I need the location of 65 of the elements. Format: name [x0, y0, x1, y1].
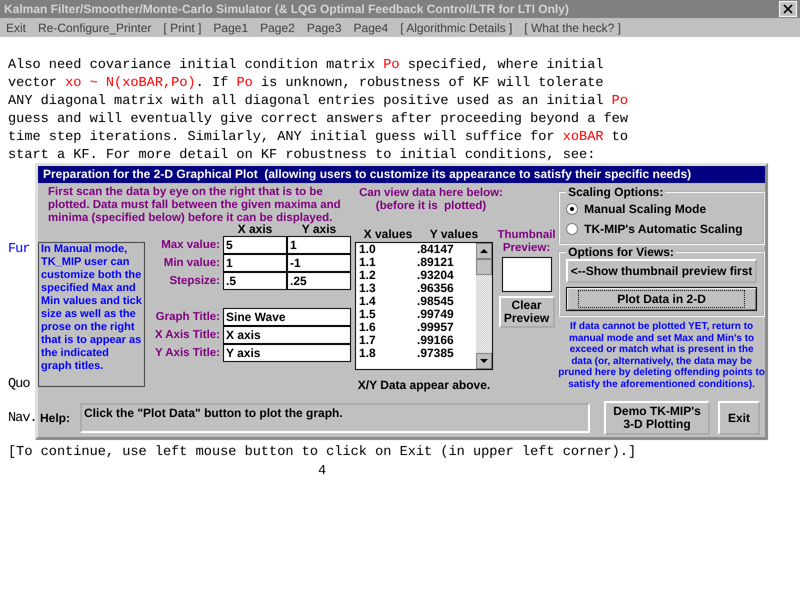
field-label: Stepsize: [168, 275, 221, 287]
view-button[interactable]: <--Show thumbnail preview first [566, 259, 757, 283]
menu-item[interactable]: [ What the heck? ] [524, 20, 621, 34]
input-field[interactable]: Y axis [223, 344, 351, 362]
help-label: Help: [40, 411, 71, 425]
column-header: X values [362, 228, 414, 241]
field-label: Max value: [160, 239, 221, 251]
radio-option[interactable]: Manual Scaling Mode [566, 199, 757, 219]
list-item[interactable]: 1.6 .99957 [359, 321, 476, 334]
thumbnail-preview [502, 257, 552, 292]
list-item[interactable]: 1.4 .98545 [359, 295, 476, 308]
group-title: Options for Views: [566, 245, 676, 259]
page-number: 4 [318, 463, 326, 481]
instruction-text: First scan the data by eye on the right that is to be plotted. Data must fall between the given maxima and minima (specified below) before it can be displayed. [47, 185, 342, 224]
group-title: Scaling Options: [566, 185, 666, 199]
scrollbar[interactable] [476, 243, 492, 369]
note-box: In Manual mode, TK_MIP user can customize both the specified Max and Min values and tick size as well as the prose on the right that is to appear as the indicated graph titles. [38, 242, 145, 387]
dialog-title: Preparation for the 2-D Graphical Plot (allowing users to customize its appearance to satisfy their specific needs) [38, 166, 765, 183]
menu-item[interactable]: [ Algorithmic Details ] [400, 20, 512, 34]
view-button[interactable]: Plot Data in 2-D [566, 287, 757, 311]
input-field[interactable]: 1 [287, 236, 351, 254]
menu-item[interactable]: Re-Configure_Printer [38, 20, 152, 34]
menu-item[interactable]: Page1 [213, 20, 248, 34]
menu-item[interactable]: Exit [6, 20, 26, 34]
input-field[interactable]: 5 [223, 236, 287, 254]
input-field[interactable]: Sine Wave [223, 308, 351, 326]
input-field[interactable]: -1 [287, 254, 351, 272]
close-icon[interactable] [779, 1, 797, 17]
list-item[interactable]: 1.7 .99166 [359, 334, 476, 347]
input-field[interactable]: .5 [223, 272, 287, 290]
radio-option[interactable]: TK-MIP's Automatic Scaling [566, 219, 757, 239]
help-field: Click the "Plot Data" button to plot the graph. [80, 403, 590, 433]
document-text: Quo [8, 376, 30, 394]
document-text: Nav. [8, 410, 37, 428]
menu-item[interactable]: [ Print ] [163, 20, 202, 34]
instruction-text: [To continue, use left mouse button to click on Exit (in upper left corner).] [8, 444, 636, 462]
hint-text: Can view data here below: (before it is plotted) [358, 186, 504, 213]
field-label: X Axis Title: [154, 329, 221, 341]
input-field[interactable]: 1 [223, 254, 287, 272]
field-label: Y Axis Title: [154, 347, 221, 359]
field-label: Min value: [162, 257, 221, 269]
exit-button[interactable]: Exit [718, 401, 760, 435]
warning-text: If data cannot be plotted YET, return to manual mode and set Max and Min's to exceed or match what is present in the data (or, alternatively, the data may be pruned here by deleting offending points to satisfy the aforementioned conditions). [558, 321, 765, 390]
demo-button[interactable]: Demo TK-MIP's 3-D Plotting [604, 401, 710, 435]
list-item[interactable]: 1.2 .93204 [359, 269, 476, 282]
clear-preview-button[interactable]: Clear Preview [498, 296, 555, 328]
field-label: Graph Title: [154, 311, 221, 323]
column-header: X axis [236, 223, 274, 236]
list-caption: X/Y Data appear above. [358, 378, 490, 392]
list-item[interactable]: 1.5 .99749 [359, 308, 476, 321]
list-item[interactable]: 1.8 .97385 [359, 347, 476, 360]
input-field[interactable]: X axis [223, 326, 351, 344]
window-title: Kalman Filter/Smoother/Monte-Carlo Simulator (& LQG Optimal Feedback Control/LTR for LTI Only) [4, 2, 569, 16]
list-item[interactable]: 1.1 .89121 [359, 256, 476, 269]
menu-item[interactable]: Page2 [260, 20, 295, 34]
list-item[interactable]: 1.3 .96356 [359, 282, 476, 295]
thumbnail-label: Thumbnail Preview: [497, 229, 556, 255]
list-item[interactable]: 1.0 .84147 [359, 243, 476, 256]
column-header: Y axis [302, 223, 338, 236]
document-paragraph: Also need covariance initial condition matrix Po specified, where initial vector xo ~ N(xoBAR,Po). If Po is unknown, robustness of KF will tolerate ANY diagonal matrix with all diagonal entries positive used as an initial Po guess and will eventually give correct answers after proceeding beyond a few time step iterations. Similarly, ANY initial guess will suffice for xoBAR to start a KF. For more detail on KF robustness to initial conditions, see: [8, 57, 628, 165]
column-header: Y values [428, 228, 480, 241]
menu-item[interactable]: Page3 [306, 20, 342, 34]
document-text: Fur [8, 241, 30, 259]
menu-item[interactable]: Page4 [354, 20, 388, 34]
input-field[interactable]: .25 [287, 272, 351, 290]
